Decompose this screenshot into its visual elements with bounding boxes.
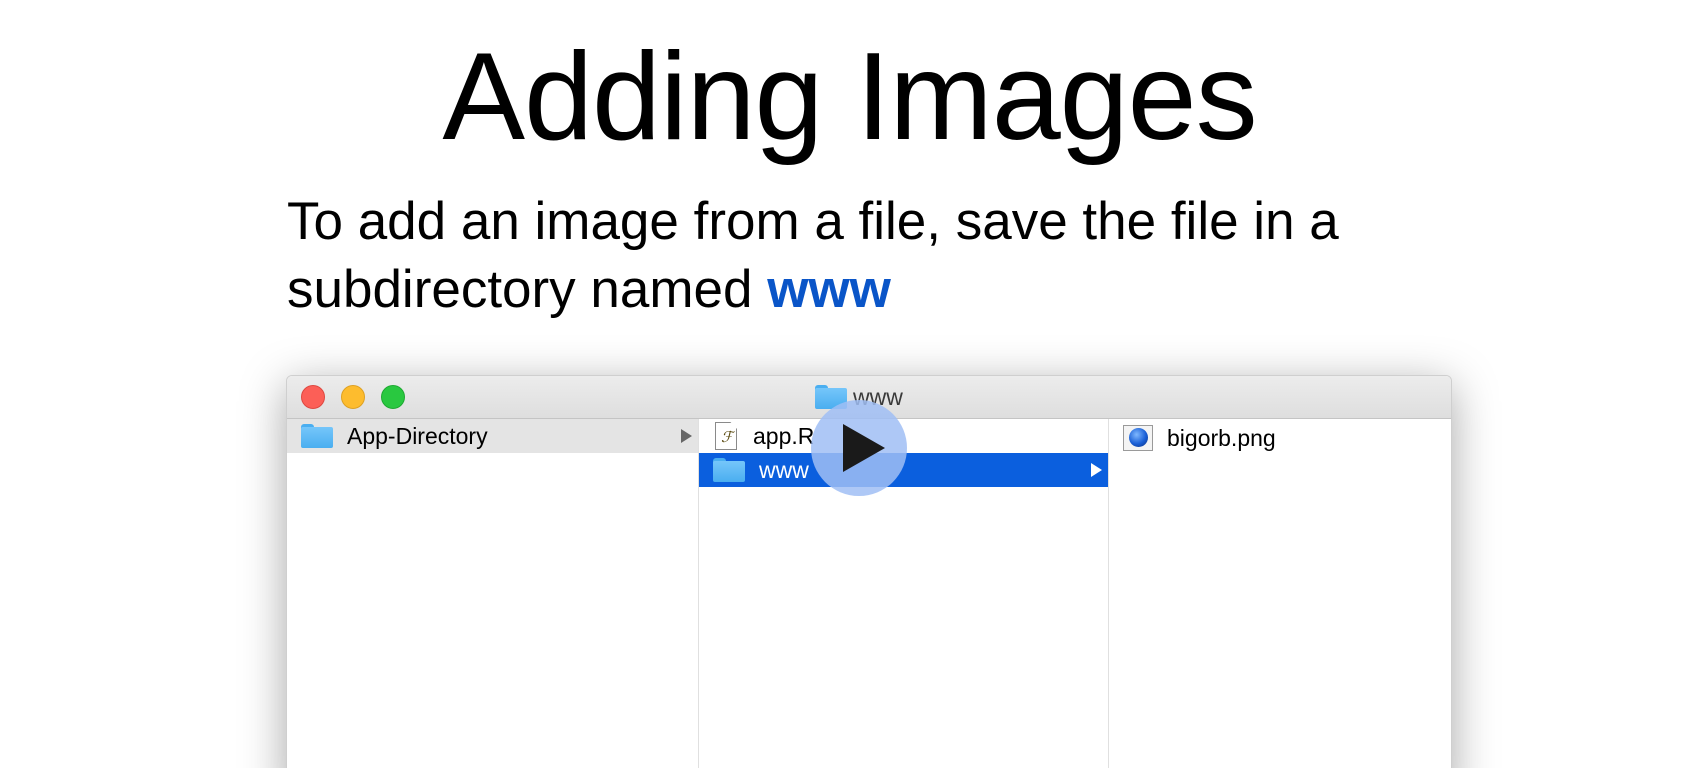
folder-icon	[301, 424, 333, 448]
slide-title: Adding Images	[442, 28, 1257, 166]
highlight-www: www	[767, 260, 891, 319]
list-item-label: App-Directory	[347, 422, 488, 449]
body-line-2: subdirectory named	[287, 260, 768, 319]
list-item-label: app.R	[753, 422, 815, 449]
close-button[interactable]	[301, 385, 325, 409]
finder-column-2[interactable]: ℱ app.R www	[699, 419, 1109, 768]
body-line-1: To add an image from a file, save the fi…	[287, 192, 1339, 251]
finder-column-3[interactable]: bigorb.png	[1109, 419, 1451, 768]
list-item-bigorb-png[interactable]: bigorb.png	[1109, 421, 1451, 455]
finder-column-1[interactable]: App-Directory	[287, 419, 699, 768]
r-file-icon: ℱ	[715, 422, 737, 450]
play-icon	[843, 424, 885, 472]
slide: Adding Images To add an image from a fil…	[0, 0, 1699, 768]
slide-body-text: To add an image from a file, save the fi…	[287, 188, 1487, 324]
list-item-app-directory[interactable]: App-Directory	[287, 419, 698, 453]
list-item-label: www	[759, 456, 809, 483]
disclosure-arrow-icon	[1091, 463, 1102, 477]
image-file-icon	[1123, 425, 1153, 451]
folder-icon	[713, 458, 745, 482]
zoom-button[interactable]	[381, 385, 405, 409]
list-item-label: bigorb.png	[1167, 424, 1276, 451]
disclosure-arrow-icon	[681, 429, 692, 443]
minimize-button[interactable]	[341, 385, 365, 409]
video-play-button[interactable]	[811, 400, 907, 496]
